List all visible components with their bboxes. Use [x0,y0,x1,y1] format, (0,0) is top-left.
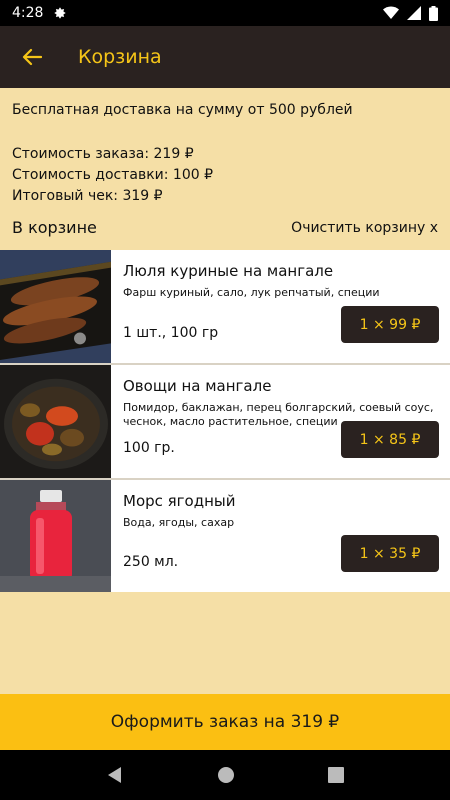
back-button[interactable] [0,26,64,88]
item-price-button[interactable]: 1 × 99 ₽ [341,306,439,343]
cart-section-title: В корзине [12,218,97,237]
wifi-icon [383,6,399,19]
order-total: Итоговый чек: 319 ₽ [12,188,163,204]
cart-content: Бесплатная доставка на сумму от 500 рубл… [0,88,450,694]
item-image [0,365,111,478]
order-cost: Стоимость заказа: 219 ₽ [12,146,194,162]
nav-home-icon[interactable] [217,766,235,784]
cart-item[interactable]: Морс ягодный Вода, ягоды, сахар 250 мл. … [0,480,450,592]
delivery-cost: Стоимость доставки: 100 ₽ [12,167,214,183]
checkout-button[interactable]: Оформить заказ на 319 ₽ [0,694,450,750]
item-name: Люля куриные на мангале [123,262,334,280]
gear-icon [55,7,66,19]
clear-cart-button[interactable]: Очистить корзину х [291,220,438,236]
cell-signal-icon [407,6,421,20]
item-image [0,250,111,363]
item-name: Морс ягодный [123,492,236,510]
cart-items: Люля куриные на мангале Фарш куриный, са… [0,250,450,592]
item-info: Люля куриные на мангале Фарш куриный, са… [111,250,450,363]
battery-icon [429,5,438,21]
item-image [0,480,111,592]
item-price-button[interactable]: 1 × 85 ₽ [341,421,439,458]
status-time: 4:28 [12,5,44,21]
item-quantity: 1 шт., 100 гр [123,325,219,341]
item-info: Морс ягодный Вода, ягоды, сахар 250 мл. … [111,480,450,592]
cart-section-header: В корзине Очистить корзину х [0,218,450,240]
item-name: Овощи на мангале [123,377,272,395]
nav-recents-icon[interactable] [327,767,344,783]
order-summary: Стоимость заказа: 219 ₽ Стоимость достав… [12,144,213,207]
cart-item[interactable]: Люля куриные на мангале Фарш куриный, са… [0,250,450,365]
cart-item[interactable]: Овощи на мангале Помидор, баклажан, пере… [0,365,450,480]
system-nav-bar [0,750,450,800]
item-description: Фарш куриный, сало, лук репчатый, специи [123,286,380,299]
arrow-back-icon [22,48,42,66]
item-quantity: 100 гр. [123,440,175,456]
free-delivery-notice: Бесплатная доставка на сумму от 500 рубл… [12,102,353,118]
item-info: Овощи на мангале Помидор, баклажан, пере… [111,365,450,478]
item-quantity: 250 мл. [123,554,179,570]
app-bar: Корзина [0,26,450,88]
item-description: Вода, ягоды, сахар [123,516,235,529]
page-title: Корзина [78,46,162,68]
item-price-button[interactable]: 1 × 35 ₽ [341,535,439,572]
status-bar: 4:28 [0,0,450,26]
nav-back-icon[interactable] [106,766,124,784]
